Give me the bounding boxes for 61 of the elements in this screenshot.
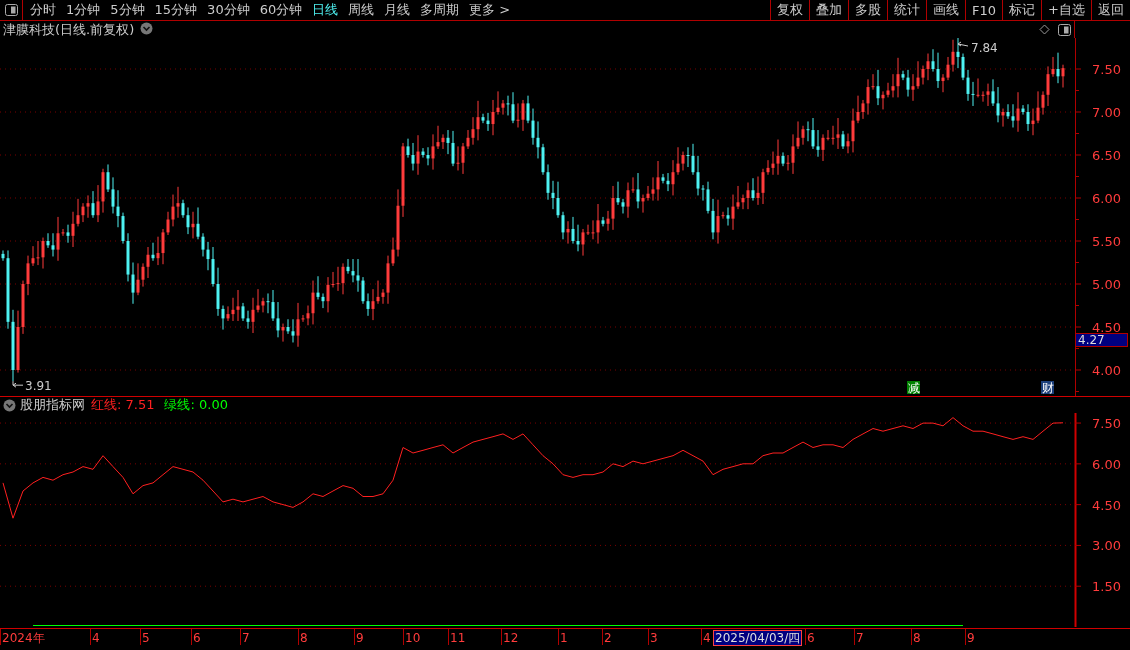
event-badge[interactable]: 财 — [1041, 381, 1054, 395]
axis-label: 4.50 — [1092, 320, 1121, 335]
toolbar-button[interactable]: 标记 — [1002, 0, 1042, 20]
toolbar-button[interactable]: 复权 — [770, 0, 810, 20]
toolbar-button[interactable]: 返回 — [1091, 0, 1130, 20]
date-label: 8 — [300, 631, 308, 645]
date-label: 8 — [913, 631, 921, 645]
axis-label: 6.00 — [1092, 191, 1121, 206]
date-label: 3 — [650, 631, 658, 645]
period-tab[interactable]: 5分钟 — [105, 0, 150, 20]
axis-label: 5.50 — [1092, 234, 1121, 249]
period-tab[interactable]: 分时 — [25, 0, 61, 20]
axis-label: 4.00 — [1092, 363, 1121, 378]
date-label: 2 — [604, 631, 612, 645]
axis-label: 1.50 — [1092, 579, 1121, 595]
period-tab[interactable]: 日线 — [307, 0, 344, 20]
date-label: 4 — [703, 631, 711, 645]
event-badge[interactable]: 减 — [907, 381, 920, 395]
stock-title: 津膜科技(日线.前复权) — [3, 20, 135, 39]
legend-label: 绿线: 0.00 — [164, 396, 228, 414]
axis-label: 7.00 — [1092, 105, 1121, 120]
date-label: 11 — [450, 631, 466, 645]
axis-label: 7.50 — [1092, 62, 1121, 77]
toolbar-button[interactable]: 统计 — [887, 0, 927, 20]
date-label: 7 — [856, 631, 864, 645]
price-cursor-label: 4.27 — [1075, 333, 1128, 347]
date-cursor-label: 2025/04/03/四 — [713, 630, 803, 646]
period-tab[interactable]: 1分钟 — [61, 0, 106, 20]
toolbar-button[interactable]: F10 — [965, 0, 1003, 20]
period-tab[interactable]: 更多 > — [464, 0, 516, 20]
date-label: 10 — [405, 631, 421, 645]
period-tab[interactable]: 60分钟 — [254, 0, 308, 20]
date-label: 9 — [356, 631, 364, 645]
date-label: 6 — [807, 631, 815, 645]
date-label: 9 — [967, 631, 975, 645]
period-tab[interactable]: 15分钟 — [149, 0, 203, 20]
date-label: 1 — [560, 631, 568, 645]
date-label: 6 — [193, 631, 201, 645]
axis-label: 6.50 — [1092, 148, 1121, 163]
axis-label: 7.50 — [1092, 416, 1121, 432]
period-tab[interactable]: 月线 — [379, 0, 416, 20]
axis-label: 4.50 — [1092, 497, 1121, 513]
high-price-label: 7.84 — [971, 41, 998, 55]
toolbar-button[interactable]: 叠加 — [809, 0, 849, 20]
toolbar-button[interactable]: 画线 — [926, 0, 966, 20]
indicator-name: 股朋指标网 — [20, 396, 85, 414]
axis-label: 5.00 — [1092, 277, 1121, 292]
period-tab[interactable]: 周线 — [343, 0, 380, 20]
period-tab[interactable]: 多周期 — [415, 0, 465, 20]
date-label: 4 — [92, 631, 100, 645]
toolbar-button[interactable]: 多股 — [848, 0, 888, 20]
period-tab[interactable]: 30分钟 — [202, 0, 255, 20]
date-label: 5 — [142, 631, 150, 645]
low-price-label: 3.91 — [25, 379, 52, 394]
toolbar-button[interactable]: +自选 — [1041, 0, 1091, 20]
date-label: 2024年 — [2, 631, 45, 645]
date-label: 7 — [242, 631, 250, 645]
axis-label: 3.00 — [1092, 538, 1121, 554]
axis-label: 6.00 — [1092, 456, 1121, 472]
legend-label: 红线: 7.51 — [91, 396, 155, 414]
date-label: 12 — [503, 631, 519, 645]
